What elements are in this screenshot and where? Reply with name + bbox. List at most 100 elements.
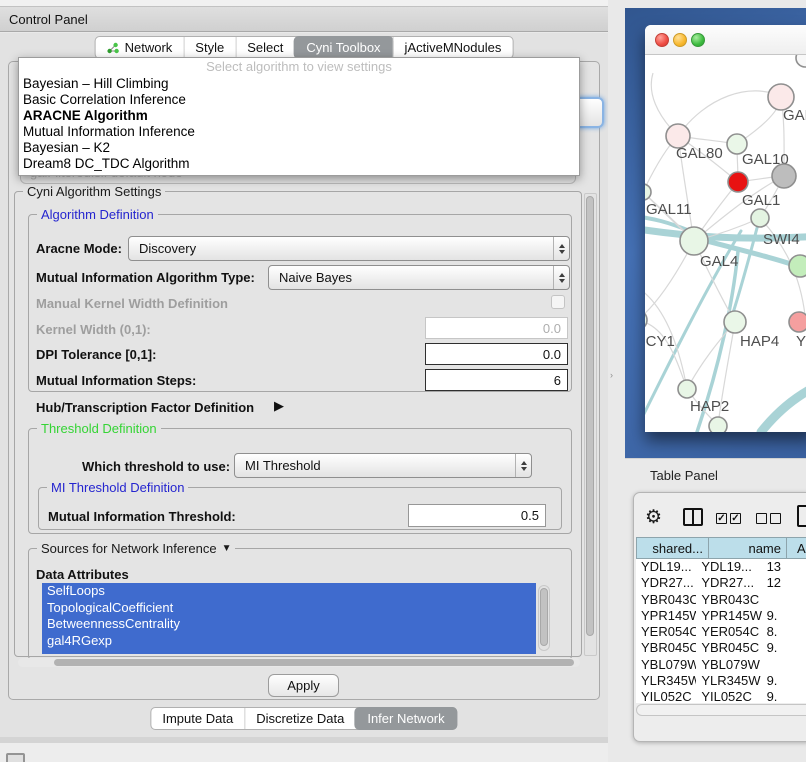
algorithm-option-dream8-dc-tdc-algorithm[interactable]: Dream8 DC_TDC Algorithm [19, 156, 579, 172]
network-node-red-node[interactable] [728, 172, 748, 192]
network-node-pink-node[interactable] [789, 312, 806, 332]
which-threshold-select[interactable]: MI Threshold [234, 453, 532, 478]
algorithm-option-bayesian-hill-climbing[interactable]: Bayesian – Hill Climbing [19, 76, 579, 92]
bottom-area [0, 743, 608, 762]
table-cell: 9. [762, 673, 806, 689]
table-row[interactable]: YDL19...YDL19...13 [636, 559, 806, 575]
network-node-gal1[interactable] [751, 209, 769, 227]
mi-steps-label: Mutual Information Steps: [36, 373, 196, 388]
node-label-swi4: SWI4 [763, 231, 800, 248]
dpi-tolerance-input[interactable]: 0.0 [425, 343, 568, 365]
checked-checkbox-icon[interactable]: ✓ [716, 513, 727, 524]
table-cell: 12 [762, 575, 806, 591]
columns-icon[interactable] [683, 508, 703, 526]
column-header-name[interactable]: name [708, 537, 786, 559]
attribute-item-topologicalcoefficient[interactable]: TopologicalCoefficient [42, 600, 536, 617]
tab-jactivemnodules[interactable]: jActiveMNodules [393, 37, 513, 58]
table-header-row: shared...nameA [636, 537, 806, 559]
mi-type-label: Mutual Information Algorithm Type: [36, 270, 255, 285]
tab-cyni-toolbox[interactable]: Cyni Toolbox [293, 36, 393, 59]
apply-button[interactable]: Apply [268, 674, 339, 697]
column-header-a[interactable]: A [786, 537, 806, 559]
network-node-bottom-node[interactable] [709, 417, 727, 432]
network-icon [107, 42, 120, 54]
tab-network[interactable]: Network [96, 37, 184, 58]
stepper-icon [515, 454, 531, 477]
tab-select[interactable]: Select [235, 37, 294, 58]
column-header-shared-[interactable]: shared... [636, 537, 708, 559]
threshold-definition-title: Threshold Definition [37, 421, 161, 436]
table-row[interactable]: YBL079WYBL079W [636, 657, 806, 673]
mi-steps-input[interactable]: 6 [425, 369, 568, 391]
table-row[interactable]: YBR043CYBR043C [636, 592, 806, 608]
algorithm-option-mutual-information-inference[interactable]: Mutual Information Inference [19, 124, 579, 140]
control-panel-title: Control Panel [9, 12, 88, 27]
aracne-mode-label: Aracne Mode: [36, 241, 122, 256]
tab-label: Network [125, 40, 173, 55]
table-row[interactable]: YPR145WYPR145W9. [636, 608, 806, 624]
algorithm-option-basic-correlation-inference[interactable]: Basic Correlation Inference [19, 92, 579, 108]
minimize-window-icon[interactable] [673, 33, 687, 47]
panel-divider[interactable] [608, 0, 625, 762]
network-node-proxy-circle[interactable] [796, 55, 806, 67]
data-attributes-list[interactable]: SelfLoopsTopologicalCoefficientBetweenne… [42, 583, 536, 654]
settings-hscrollbar[interactable] [18, 658, 580, 667]
attribute-item-selfloops[interactable]: SelfLoops [42, 583, 536, 600]
attributes-scrollbar[interactable] [538, 585, 550, 651]
tab-style[interactable]: Style [183, 37, 235, 58]
table-row[interactable]: YDR27...YDR27...12 [636, 575, 806, 591]
collapse-arrow-icon[interactable]: ▼ [222, 543, 232, 554]
resize-handle-icon[interactable]: › [610, 371, 615, 379]
page-icon[interactable] [797, 505, 806, 527]
close-window-icon[interactable] [655, 33, 669, 47]
network-node-gal11[interactable] [645, 184, 651, 200]
table-cell: YDR27... [696, 575, 761, 591]
gear-icon[interactable]: ⚙ [645, 506, 662, 529]
attribute-item-gal4rgexp[interactable]: gal4RGexp [42, 633, 536, 650]
tab-impute-data[interactable]: Impute Data [151, 708, 244, 729]
network-node-gray-node[interactable] [772, 164, 796, 188]
table-hscrollbar[interactable] [636, 704, 806, 716]
table-cell: YIL052C [696, 689, 761, 703]
manual-kernel-checkbox[interactable] [551, 295, 565, 309]
zoom-window-icon[interactable] [691, 33, 705, 47]
unchecked-checkbox-icon[interactable] [756, 513, 767, 524]
network-node-hap2[interactable] [678, 380, 696, 398]
attribute-item-betweennesscentrality[interactable]: BetweennessCentrality [42, 616, 536, 633]
checked-checkbox-icon[interactable]: ✓ [730, 513, 741, 524]
algorithm-definition-title: Algorithm Definition [37, 207, 158, 222]
aracne-mode-select[interactable]: Discovery [128, 236, 570, 261]
node-label-hap4: HAP4 [740, 333, 779, 350]
table-row[interactable]: YBR045CYBR045C9. [636, 640, 806, 656]
settings-vscrollbar[interactable] [584, 193, 597, 656]
aracne-mode-value: Discovery [129, 241, 196, 256]
tab-label: jActiveMNodules [405, 40, 502, 55]
algorithm-dropdown-popup: Select algorithm to view settings Bayesi… [18, 57, 580, 176]
corner-widget[interactable] [6, 753, 25, 762]
kernel-width-input[interactable]: 0.0 [425, 317, 568, 339]
mi-type-value: Naive Bayes [269, 270, 352, 285]
tab-label: Style [195, 40, 224, 55]
unchecked-checkbox-icon[interactable] [770, 513, 781, 524]
network-node-swi4[interactable] [789, 255, 806, 277]
table-row[interactable]: YLR345WYLR345W9. [636, 673, 806, 689]
sources-title-wrap: Sources for Network Inference ▼ [37, 541, 235, 556]
network-node-hap4[interactable] [724, 311, 746, 333]
algorithm-option-bayesian-k2[interactable]: Bayesian – K2 [19, 140, 579, 156]
table-row[interactable]: YIL052CYIL052C9. [636, 689, 806, 703]
table-cell: YBR043C [696, 592, 761, 608]
mi-threshold-input[interactable]: 0.5 [408, 504, 546, 527]
sources-title: Sources for Network Inference [41, 541, 217, 556]
node-label-gal80: GAL80 [676, 145, 723, 162]
network-node-gal4[interactable] [680, 227, 708, 255]
algorithm-option-aracne-algorithm[interactable]: ARACNE Algorithm [19, 108, 579, 124]
expand-arrow-icon[interactable]: ▶ [274, 398, 284, 414]
tab-infer-network[interactable]: Infer Network [354, 707, 457, 730]
table-cell: YBL079W [696, 657, 761, 673]
table-row[interactable]: YER054CYER054C8. [636, 624, 806, 640]
network-canvas[interactable]: GAL80GALGAL10GAL1GAL11GAL4SWI4GCY1HAP4YH… [645, 55, 806, 432]
manual-kernel-label: Manual Kernel Width Definition [36, 296, 228, 311]
tab-discretize-data[interactable]: Discretize Data [244, 708, 355, 729]
mi-type-select[interactable]: Naive Bayes [268, 265, 570, 290]
table-cell: 13 [762, 559, 806, 575]
